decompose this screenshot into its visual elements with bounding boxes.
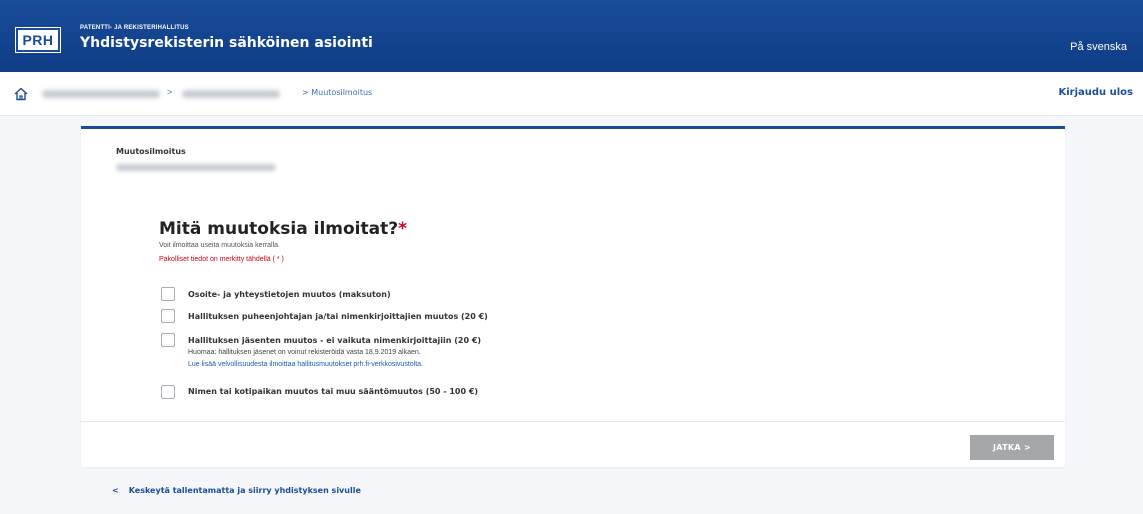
organization-name: PATENTTI- JA REKISTERIHALLITUS <box>80 25 189 31</box>
cancel-link[interactable]: < Keskeytä tallentamatta ja siirry yhdist… <box>112 486 361 495</box>
prh-logo[interactable]: PRH <box>15 27 61 53</box>
breadcrumb-item-redacted[interactable] <box>42 90 160 98</box>
option-label[interactable]: Hallituksen jäsenten muutos - ei vaikuta… <box>188 336 481 345</box>
option-label[interactable]: Nimen tai kotipaikan muutos tai muu sään… <box>188 387 478 396</box>
chevron-left-icon: < <box>112 486 119 495</box>
checkbox-board-members-change[interactable] <box>161 333 175 347</box>
card-title: Muutosilmoitus <box>116 147 186 156</box>
cancel-link-text[interactable]: Keskeytä tallentamatta ja siirry yhdisty… <box>129 486 361 495</box>
option-label[interactable]: Hallituksen puheenjohtajan ja/tai nimenk… <box>188 312 488 321</box>
checkbox-chair-signatory-change[interactable] <box>161 309 175 323</box>
more-info-link[interactable]: Lue lisää velvollisuudesta ilmoittaa hal… <box>188 361 423 368</box>
top-header: PRH PATENTTI- JA REKISTERIHALLITUS Yhdis… <box>0 0 1143 72</box>
breadcrumb-item-redacted[interactable] <box>182 90 280 98</box>
breadcrumb-bar: > > Muutosilmoitus Kirjaudu ulos <box>0 72 1143 116</box>
question-heading: Mitä muutoksia ilmoitat?* <box>159 219 407 239</box>
checkbox-rules-change[interactable] <box>161 385 175 399</box>
hint-text: Voit ilmoittaa useita muutoksia kerralla… <box>159 242 280 249</box>
association-name-redacted <box>116 164 276 171</box>
language-switch-link[interactable]: På svenska <box>1070 41 1127 53</box>
app-title: Yhdistysrekisterin sähköinen asiointi <box>80 35 373 51</box>
checkbox-address-change[interactable] <box>161 287 175 301</box>
breadcrumb-current: > Muutosilmoitus <box>302 88 373 97</box>
question-text: Mitä muutoksia ilmoitat? <box>159 219 399 239</box>
logout-link[interactable]: Kirjaudu ulos <box>1058 87 1133 98</box>
card-divider <box>81 421 1065 422</box>
required-note: Pakolliset tiedot on merkitty tähdellä (… <box>159 256 284 263</box>
change-notice-card: Muutosilmoitus Mitä muutoksia ilmoitat?*… <box>81 126 1065 467</box>
option-note: Huomaa: hallituksen jäsenet on voinut re… <box>188 349 421 356</box>
option-label[interactable]: Osoite- ja yhteystietojen muutos (maksut… <box>188 290 391 299</box>
required-asterisk: * <box>398 219 407 239</box>
next-button[interactable]: JATKA > <box>970 435 1054 460</box>
breadcrumb-separator: > <box>167 87 173 97</box>
home-icon[interactable] <box>13 86 29 102</box>
